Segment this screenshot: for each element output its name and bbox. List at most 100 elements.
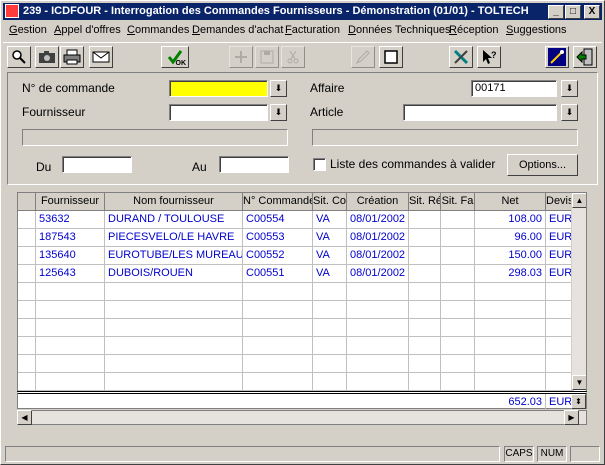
- minimize-button[interactable]: _: [548, 5, 564, 19]
- new-document-button[interactable]: [379, 46, 403, 68]
- table-row[interactable]: 187543 PIECESVELO/LE HAVRE C00553 VA 08/01/2…: [18, 229, 586, 247]
- cell-creation[interactable]: [347, 373, 409, 391]
- cell-net[interactable]: [475, 319, 546, 337]
- cell-numero-commande[interactable]: C00554: [243, 211, 313, 229]
- row-selector[interactable]: [18, 355, 36, 373]
- scroll-left-button[interactable]: ◀: [17, 410, 32, 425]
- affaire-lookup-button[interactable]: ⬇: [561, 80, 578, 97]
- cell-sit-re[interactable]: [409, 283, 441, 301]
- cell-numero-commande[interactable]: [243, 337, 313, 355]
- cell-creation[interactable]: [347, 355, 409, 373]
- scroll-right-button[interactable]: ▶: [564, 410, 579, 425]
- table-row[interactable]: 125643 DUBOIS/ROUEN C00551 VA 08/01/2002 298.…: [18, 265, 586, 283]
- cell-sit-co[interactable]: [313, 319, 347, 337]
- cell-devise[interactable]: [546, 373, 574, 391]
- cell-net[interactable]: [475, 283, 546, 301]
- wizard-button[interactable]: [545, 46, 569, 68]
- cell-creation[interactable]: [347, 319, 409, 337]
- cell-net[interactable]: 150.00: [475, 247, 546, 265]
- cell-net[interactable]: [475, 373, 546, 391]
- cell-nom-fournisseur[interactable]: [105, 301, 243, 319]
- cell-net[interactable]: [475, 301, 546, 319]
- cell-sit-co[interactable]: [313, 301, 347, 319]
- cell-net[interactable]: 298.03: [475, 265, 546, 283]
- cell-devise[interactable]: [546, 355, 574, 373]
- scroll-down-button[interactable]: ▼: [572, 375, 586, 390]
- menu-suggestions[interactable]: Suggestions: [506, 24, 567, 36]
- cell-nom-fournisseur[interactable]: DURAND / TOULOUSE: [105, 211, 243, 229]
- cell-net[interactable]: 96.00: [475, 229, 546, 247]
- cell-sit-fa[interactable]: [441, 247, 475, 265]
- article-input[interactable]: [403, 104, 557, 121]
- vertical-scrollbar[interactable]: ▲ ▼: [571, 193, 586, 390]
- cell-sit-fa[interactable]: [441, 211, 475, 229]
- cell-sit-fa[interactable]: [441, 229, 475, 247]
- cell-sit-fa[interactable]: [441, 373, 475, 391]
- cell-nom-fournisseur[interactable]: EUROTUBE/LES MUREAUX: [105, 247, 243, 265]
- cell-sit-re[interactable]: [409, 355, 441, 373]
- cell-sit-re[interactable]: [409, 319, 441, 337]
- cell-sit-fa[interactable]: [441, 301, 475, 319]
- tools-button[interactable]: [449, 46, 473, 68]
- ok-button[interactable]: OK: [161, 46, 189, 68]
- au-date-input[interactable]: [219, 156, 289, 173]
- row-selector[interactable]: [18, 247, 36, 265]
- cell-net[interactable]: [475, 355, 546, 373]
- cell-creation[interactable]: [347, 283, 409, 301]
- row-selector[interactable]: [18, 211, 36, 229]
- exit-button[interactable]: [573, 46, 597, 68]
- col-nom-fournisseur[interactable]: Nom fournisseur: [105, 193, 243, 211]
- row-selector[interactable]: [18, 319, 36, 337]
- cell-net[interactable]: [475, 337, 546, 355]
- cell-sit-co[interactable]: VA: [313, 211, 347, 229]
- fournisseur-input[interactable]: [169, 104, 268, 121]
- cell-fournisseur[interactable]: [36, 373, 105, 391]
- cell-sit-fa[interactable]: [441, 265, 475, 283]
- table-row[interactable]: 53632 DURAND / TOULOUSE C00554 VA 08/01/2002…: [18, 211, 586, 229]
- row-selector[interactable]: [18, 229, 36, 247]
- cell-sit-re[interactable]: [409, 265, 441, 283]
- menu-reception[interactable]: Réception: [449, 24, 499, 36]
- cell-devise[interactable]: [546, 319, 574, 337]
- valider-checkbox[interactable]: [313, 158, 326, 171]
- cell-creation[interactable]: 08/01/2002: [347, 229, 409, 247]
- cell-fournisseur[interactable]: 125643: [36, 265, 105, 283]
- cell-numero-commande[interactable]: [243, 319, 313, 337]
- close-button[interactable]: X: [584, 5, 600, 19]
- scroll-up-button[interactable]: ▲: [572, 193, 586, 208]
- du-date-input[interactable]: [62, 156, 132, 173]
- table-row[interactable]: 135640 EUROTUBE/LES MUREAUX C00552 VA 08/01/…: [18, 247, 586, 265]
- cell-nom-fournisseur[interactable]: [105, 283, 243, 301]
- menu-commandes[interactable]: Commandes: [127, 24, 189, 36]
- col-creation[interactable]: Création: [347, 193, 409, 211]
- row-selector[interactable]: [18, 283, 36, 301]
- cell-devise[interactable]: EUR: [546, 247, 574, 265]
- cell-nom-fournisseur[interactable]: [105, 373, 243, 391]
- cell-sit-co[interactable]: [313, 373, 347, 391]
- totals-spin-button[interactable]: ⬍: [571, 394, 586, 409]
- cell-fournisseur[interactable]: 187543: [36, 229, 105, 247]
- table-row[interactable]: [18, 283, 586, 301]
- cell-nom-fournisseur[interactable]: [105, 319, 243, 337]
- cell-numero-commande[interactable]: [243, 301, 313, 319]
- save-button[interactable]: [255, 46, 279, 68]
- cell-sit-fa[interactable]: [441, 319, 475, 337]
- cell-numero-commande[interactable]: [243, 373, 313, 391]
- cell-sit-fa[interactable]: [441, 337, 475, 355]
- col-sit-co[interactable]: Sit. Co: [313, 193, 347, 211]
- cell-fournisseur[interactable]: [36, 355, 105, 373]
- table-row[interactable]: [18, 355, 586, 373]
- cell-sit-co[interactable]: VA: [313, 265, 347, 283]
- table-row[interactable]: [18, 337, 586, 355]
- cell-nom-fournisseur[interactable]: [105, 355, 243, 373]
- cell-nom-fournisseur[interactable]: DUBOIS/ROUEN: [105, 265, 243, 283]
- email-button[interactable]: [89, 46, 113, 68]
- cell-devise[interactable]: [546, 283, 574, 301]
- article-lookup-button[interactable]: ⬇: [561, 104, 578, 121]
- horizontal-scrollbar[interactable]: ◀ ▶: [17, 410, 587, 425]
- cell-fournisseur[interactable]: [36, 319, 105, 337]
- cell-sit-co[interactable]: [313, 355, 347, 373]
- col-devise[interactable]: Devis: [546, 193, 574, 211]
- cell-devise[interactable]: [546, 301, 574, 319]
- cell-devise[interactable]: [546, 337, 574, 355]
